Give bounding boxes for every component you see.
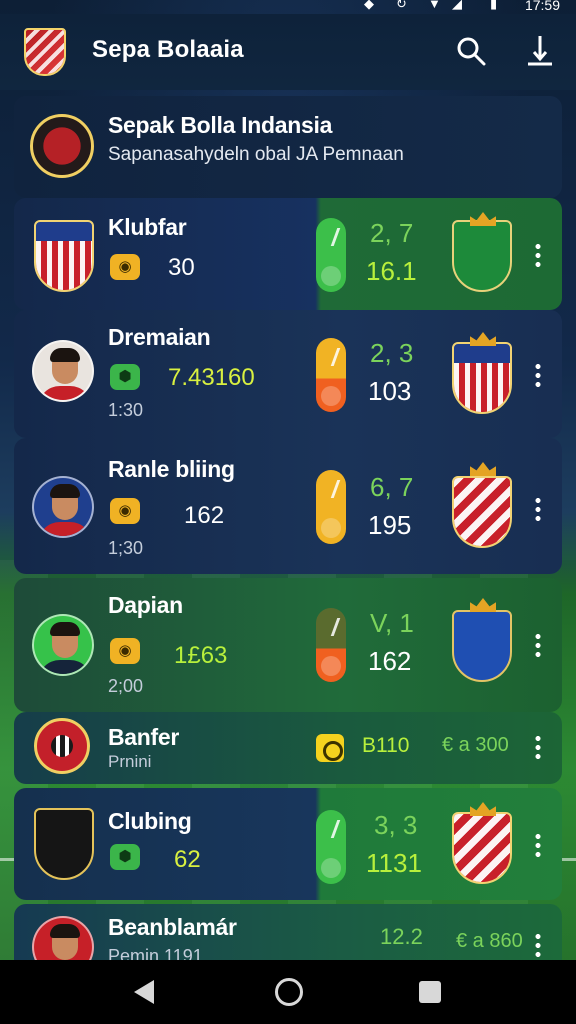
more-icon[interactable]: [535, 496, 541, 522]
list-item[interactable]: Beanblamár Pemin 1191 12.2 € a 860: [14, 904, 562, 960]
list-item[interactable]: Klubfar ◉ 30 2, 7 16.1: [14, 198, 562, 310]
more-icon[interactable]: [535, 932, 541, 958]
club-crest: [34, 220, 94, 292]
crown-icon: [470, 212, 496, 226]
club-crest: [34, 718, 90, 774]
status-pill: [316, 608, 346, 682]
row-name: Ranle bliing: [108, 456, 235, 482]
camera-icon: ◉: [110, 254, 140, 280]
back-icon[interactable]: [134, 980, 154, 1004]
system-nav-bar: [0, 960, 576, 1024]
wifi-icon: ▼: [428, 0, 441, 11]
row-stat: 1£63: [174, 642, 228, 669]
club-crest: [34, 808, 94, 880]
header-title: Sepak Bolla Indansia: [108, 112, 333, 138]
crown-icon: [470, 598, 496, 612]
status-pill: [316, 810, 346, 884]
league-crest: [30, 114, 94, 178]
row-time: 1:30: [108, 400, 144, 420]
crown-icon: [470, 802, 496, 816]
app-logo: [24, 28, 66, 76]
row-stat: 30: [168, 254, 195, 281]
camera-icon: ◉: [110, 498, 140, 524]
row-name: Beanblamár: [108, 914, 237, 940]
app-bar: Sepa Bolaaia: [0, 14, 576, 90]
clock: 17:59: [524, 0, 560, 13]
camera-icon: ◉: [110, 638, 140, 664]
row-sub: Pemin 1191: [108, 946, 203, 960]
notification-icon: ◆: [364, 0, 374, 11]
more-icon[interactable]: [535, 734, 541, 760]
player-avatar: [32, 614, 94, 676]
row-stat: 7.43160: [168, 364, 255, 391]
shield-icon: ⬢: [110, 844, 140, 870]
sync-icon: ↻: [396, 0, 407, 11]
list-item[interactable]: Ranle bliing ◉ 162 1;30 6, 7 195: [14, 438, 562, 574]
opponent-crest: [452, 342, 512, 414]
row-name: Clubing: [108, 808, 192, 834]
row-sub: Prnini: [108, 752, 152, 771]
status-pill: [316, 338, 346, 412]
more-icon[interactable]: [535, 832, 541, 858]
row-name: Klubfar: [108, 214, 187, 240]
status-bar: ◆ ↻ ▼ ◢ ▮ 17:59: [0, 0, 576, 14]
opponent-crest: [452, 476, 512, 548]
search-icon[interactable]: [456, 36, 486, 66]
row-value-a: B110: [362, 734, 410, 757]
score-bottom: 195: [368, 510, 412, 540]
crown-icon: [470, 462, 496, 476]
row-value-b: € a 860: [456, 930, 523, 952]
signal-icon: ◢: [452, 0, 462, 11]
list-item[interactable]: Clubing ⬢ 62 3, 3 1131: [14, 788, 562, 900]
score-bottom: 16.1: [366, 256, 417, 286]
download-icon[interactable]: [524, 34, 556, 68]
score-top: 3, 3: [374, 810, 418, 840]
header-subtitle: Sapanasahydeln obal JA Pemnaan: [108, 144, 404, 165]
row-value-a: 12.2: [380, 924, 423, 949]
row-value-b: € a 300: [442, 734, 509, 756]
list-item[interactable]: Banfer Prnini B110 € a 300: [14, 712, 562, 784]
more-icon[interactable]: [535, 632, 541, 658]
header-card[interactable]: Sepak Bolla Indansia Sapanasahydeln obal…: [14, 96, 562, 198]
row-stat: 62: [174, 846, 201, 873]
app-title: Sepa Bolaaia: [92, 36, 244, 63]
more-icon[interactable]: [535, 362, 541, 388]
player-avatar: [32, 476, 94, 538]
score-top: V, 1: [370, 608, 414, 638]
score-top: 2, 3: [370, 338, 414, 368]
row-time: 1;30: [108, 538, 144, 558]
score-bottom: 1131: [366, 848, 422, 878]
player-avatar: [32, 916, 94, 960]
shield-icon: ⬢: [110, 364, 140, 390]
list-item[interactable]: Dapian ◉ 1£63 2;00 V, 1 162: [14, 578, 562, 712]
opponent-crest: [452, 812, 512, 884]
score-bottom: 103: [368, 376, 412, 406]
recents-icon[interactable]: [419, 981, 441, 1003]
more-icon[interactable]: [535, 242, 541, 268]
coin-icon: [316, 734, 344, 762]
row-time: 2;00: [108, 676, 144, 696]
home-icon[interactable]: [275, 978, 303, 1006]
player-avatar: [32, 340, 94, 402]
row-name: Banfer: [108, 724, 180, 750]
row-stat: 162: [184, 502, 225, 529]
status-pill: [316, 470, 346, 544]
row-name: Dapian: [108, 592, 183, 618]
status-pill: [316, 218, 346, 292]
score-top: 6, 7: [370, 472, 414, 502]
score-bottom: 162: [368, 646, 412, 676]
row-name: Dremaian: [108, 324, 211, 350]
crown-icon: [470, 332, 496, 346]
battery-icon: ▮: [490, 0, 498, 11]
list-item[interactable]: Dremaian ⬢ 7.43160 1:30 2, 3 103: [14, 310, 562, 438]
score-top: 2, 7: [370, 218, 414, 248]
opponent-crest: [452, 610, 512, 682]
opponent-crest: [452, 220, 512, 292]
